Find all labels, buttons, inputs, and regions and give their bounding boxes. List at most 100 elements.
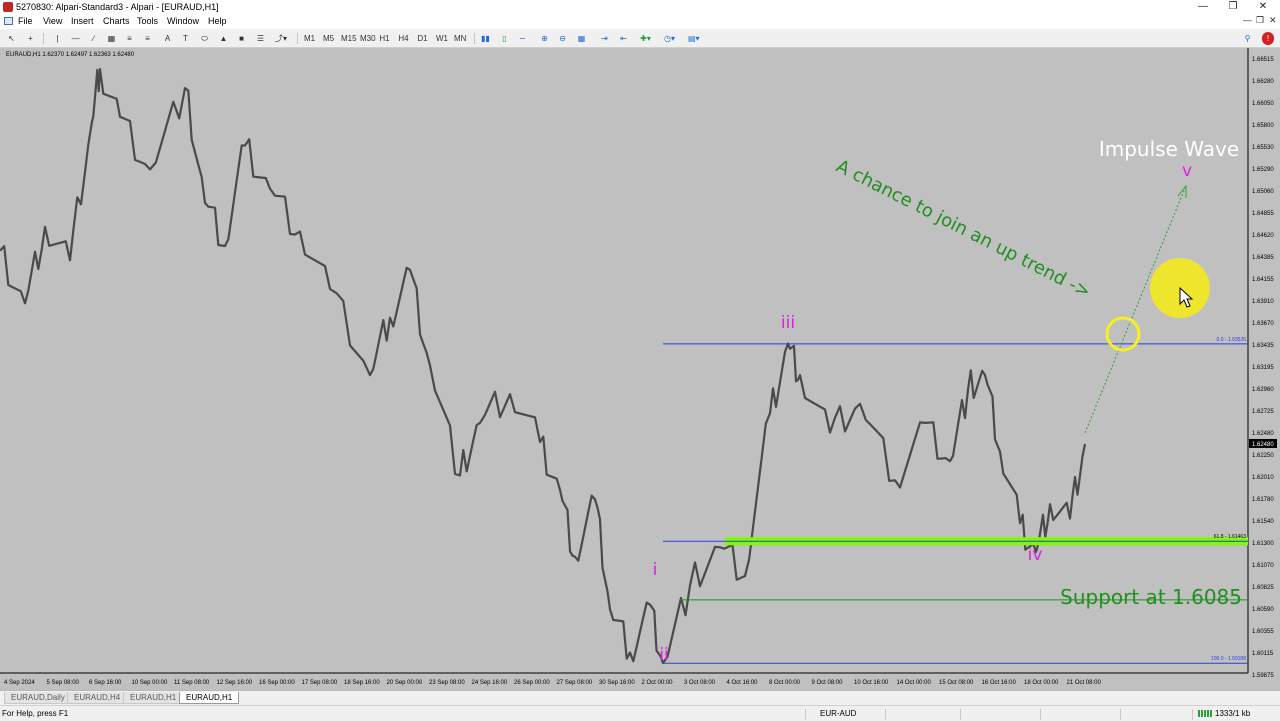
bar-chart-icon[interactable]: ▮▮ — [480, 32, 491, 45]
price-tick-label: 1.64620 — [1252, 233, 1274, 239]
horizontal-line-icon[interactable]: — — [70, 32, 81, 45]
time-tick-label: 24 Sep 16:00 — [472, 680, 508, 686]
tab-euraud-h1-active[interactable]: EURAUD,H1 — [179, 692, 240, 704]
wave-label: i — [653, 560, 658, 580]
periods-icon[interactable]: ◷▾ — [664, 32, 675, 45]
timeframe-m1-button[interactable]: M1 — [304, 32, 315, 45]
close-icon[interactable]: ✕ — [1248, 0, 1278, 14]
scroll-end-icon[interactable]: ⇥ — [599, 32, 610, 45]
timeframe-h4-button[interactable]: H4 — [398, 32, 409, 45]
timeframe-m15-button[interactable]: M15 — [341, 32, 357, 45]
current-price-label: 1.62480 — [1252, 442, 1274, 448]
time-tick-label: 16 Oct 16:00 — [982, 680, 1017, 686]
timeframe-d1-button[interactable]: D1 — [417, 32, 428, 45]
time-tick-label: 3 Oct 08:00 — [684, 680, 716, 686]
mdi-minimize-icon[interactable]: — — [1243, 15, 1252, 25]
chart-canvas[interactable]: 1.66515 1.66280 1.66050 1.65800 1.65530 1.652… — [0, 48, 1280, 690]
wave-label: ii — [659, 645, 668, 665]
price-tick-label: 1.63195 — [1252, 365, 1274, 371]
fibonacci-icon[interactable]: ≡ — [124, 32, 135, 45]
menu-help[interactable]: Help — [208, 16, 227, 26]
text-icon[interactable]: A — [162, 32, 173, 45]
price-tick-label: 1.64385 — [1252, 255, 1274, 261]
timeframe-mn-button[interactable]: MN — [454, 32, 466, 45]
ellipse-icon[interactable]: ⬭ — [199, 32, 210, 45]
time-tick-label: 4 Oct 16:00 — [727, 680, 759, 686]
menu-file[interactable]: File — [18, 16, 33, 26]
trendline-icon[interactable]: ∕ — [88, 32, 99, 45]
candlestick-icon[interactable]: ▯ — [499, 32, 510, 45]
time-tick-label: 15 Oct 08:00 — [939, 680, 974, 686]
cursor-icon[interactable]: ↖ — [6, 32, 17, 45]
time-tick-label: 21 Oct 08:00 — [1067, 680, 1102, 686]
pitchfork-icon[interactable]: ≡ — [142, 32, 153, 45]
price-tick-label: 1.63910 — [1252, 299, 1274, 305]
arrow-dropdown-icon[interactable]: ⤴▾ — [275, 32, 287, 45]
time-tick-label: 18 Sep 16:00 — [344, 680, 380, 686]
price-tick-label: 1.60115 — [1252, 651, 1274, 657]
timeframe-m30-button[interactable]: M30 — [360, 32, 376, 45]
price-tick-label: 1.61780 — [1252, 497, 1274, 503]
tile-windows-icon[interactable]: ▦ — [576, 32, 587, 45]
price-tick-label: 1.61300 — [1252, 541, 1274, 547]
menu-charts[interactable]: Charts — [103, 16, 130, 26]
price-tick-label: 1.62010 — [1252, 475, 1274, 481]
price-tick-label: 1.60825 — [1252, 585, 1274, 591]
time-tick-label: 2 Oct 00:00 — [642, 680, 674, 686]
tab-euraud-daily[interactable]: EURAUD,Daily — [4, 692, 72, 704]
status-symbol: EUR-AUD — [820, 709, 857, 718]
time-tick-label: 4 Sep 2024 — [4, 680, 35, 686]
minimize-icon[interactable]: — — [1188, 0, 1218, 14]
mdi-close-icon[interactable]: ✕ — [1269, 15, 1277, 26]
triangle-icon[interactable]: ▲ — [218, 32, 229, 45]
price-tick-label: 1.64155 — [1252, 277, 1274, 283]
time-tick-label: 18 Oct 00:00 — [1024, 680, 1059, 686]
trend-annotation: A chance to join an up trend -> — [833, 156, 1094, 303]
alert-icon[interactable]: ! — [1262, 32, 1274, 45]
traffic-counter: 1333/1 kb — [1215, 709, 1251, 718]
price-tick-label: 1.63435 — [1252, 343, 1274, 349]
menu-bar: File View Insert Charts Tools Window Hel… — [0, 14, 1280, 29]
price-series-line — [0, 67, 1087, 665]
window-title: 5270830: Alpari-Standard3 - Alpari - [EU… — [16, 2, 219, 12]
search-icon[interactable]: ⚲ — [1242, 32, 1253, 45]
zoom-in-icon[interactable]: ⊕ — [539, 32, 550, 45]
support-annotation: Support at 1.6085 — [1060, 585, 1242, 609]
menu-tools[interactable]: Tools — [137, 16, 158, 26]
text-label-icon[interactable]: T — [180, 32, 191, 45]
autoscroll-icon[interactable]: ⇤ — [618, 32, 629, 45]
crosshair-icon[interactable]: + — [25, 32, 36, 45]
price-chart[interactable]: 1.66515 1.66280 1.66050 1.65800 1.65530 1.652… — [0, 48, 1280, 690]
line-chart-icon[interactable]: ∽ — [517, 32, 528, 45]
time-tick-label: 12 Sep 16:00 — [217, 680, 253, 686]
price-tick-label: 1.66280 — [1252, 79, 1274, 85]
channel-icon[interactable]: ▦ — [106, 32, 117, 45]
connection-status-icon — [1198, 710, 1212, 717]
timeframe-m5-button[interactable]: M5 — [323, 32, 334, 45]
fib-level-label: 0.0 - 1.63526 — [1217, 337, 1247, 343]
templates-icon[interactable]: ▤▾ — [688, 32, 700, 45]
vertical-line-icon[interactable]: | — [52, 32, 63, 45]
timeframe-h1-button[interactable]: H1 — [379, 32, 390, 45]
zoom-out-icon[interactable]: ⊖ — [557, 32, 568, 45]
menu-window[interactable]: Window — [167, 16, 199, 26]
rectangle-icon[interactable]: ■ — [236, 32, 247, 45]
restore-icon[interactable]: ❐ — [1218, 0, 1248, 14]
fib-level-label: 61.8 - 1.61463 — [1214, 534, 1246, 540]
tab-euraud-h4[interactable]: EURAUD,H4 — [67, 692, 128, 704]
indicators-icon[interactable]: ✚▾ — [640, 32, 651, 45]
toolbar: ↖ + | — ∕ ▦ ≡ ≡ A T ⬭ ▲ ■ ☰ ⤴▾ M1 M5 M15… — [0, 30, 1280, 48]
price-tick-label: 1.61070 — [1252, 563, 1274, 569]
price-tick-label: 1.62250 — [1252, 453, 1274, 459]
status-bar: For Help, press F1 EUR-AUD 1333/1 kb — [0, 705, 1280, 721]
menu-view[interactable]: View — [43, 16, 62, 26]
menu-insert[interactable]: Insert — [71, 16, 94, 26]
price-tick-label: 1.65530 — [1252, 145, 1274, 151]
tab-euraud-h1[interactable]: EURAUD,H1 — [123, 692, 184, 704]
mdi-restore-icon[interactable]: ❐ — [1256, 15, 1264, 26]
timeframe-w1-button[interactable]: W1 — [436, 32, 448, 45]
gann-icon[interactable]: ☰ — [255, 32, 266, 45]
chart-window-icon[interactable] — [4, 17, 13, 25]
wave-label: v — [1182, 161, 1192, 181]
price-tick-label: 1.66050 — [1252, 101, 1274, 107]
